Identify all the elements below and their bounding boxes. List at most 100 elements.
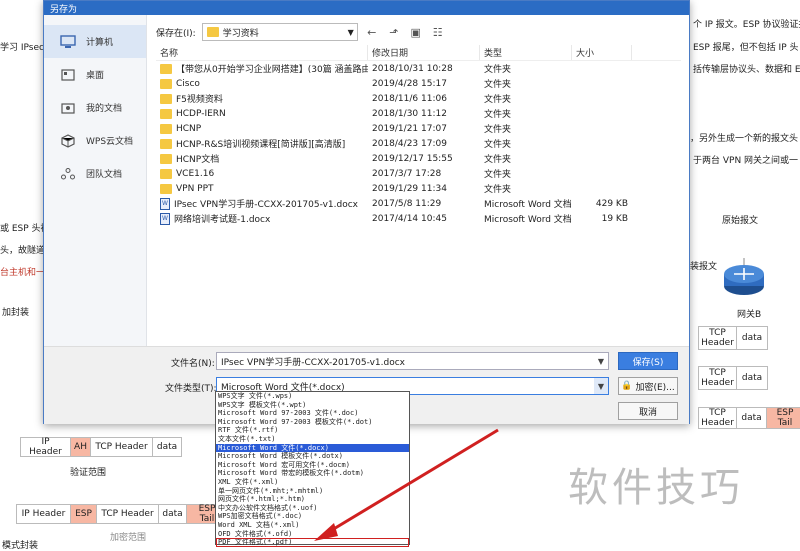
file-name-text: 【带您从0开始学习企业网搭建】(30篇 涵盖路由 ... — [176, 65, 368, 75]
chevron-down-icon[interactable]: ▼ — [594, 353, 608, 369]
encrypt-button[interactable]: 🔒 加密(E)... — [618, 377, 678, 395]
file-name-text: VPN PPT — [176, 183, 214, 194]
bg-cell: data — [156, 442, 178, 452]
back-icon[interactable]: ← — [364, 24, 380, 40]
file-row[interactable]: VPN PPT 2019/1/29 11:34 文件夹 — [156, 181, 681, 196]
watermark: 软件技巧 — [568, 465, 744, 511]
file-name-text: 网络培训考试题-1.docx — [174, 215, 271, 225]
column-date[interactable]: 修改日期 — [368, 45, 480, 60]
sidebar-item-team[interactable]: 团队文档 — [44, 157, 146, 190]
bg-right-text: 个 IP 报文。ESP 协议验证报 — [693, 20, 800, 30]
bg-cell: data — [737, 408, 767, 428]
save-in-label: 保存在(I): — [156, 28, 196, 39]
file-type: 文件夹 — [484, 185, 512, 195]
sidebar-item-label: 计算机 — [86, 38, 114, 48]
bg-cell: TCP Header — [699, 367, 737, 389]
file-type: 文件夹 — [484, 110, 512, 120]
save-in-select[interactable]: 学习资料 ▼ — [201, 23, 358, 41]
file-row[interactable]: HCNP-R&S培训视频课程[简讲版][高清版] 2018/4/23 17:09 文… — [156, 136, 681, 151]
file-row[interactable]: W 网络培训考试题-1.docx 2017/4/14 10:45 Microsoft … — [156, 211, 681, 226]
column-size[interactable]: 大小 — [572, 45, 632, 60]
file-row[interactable]: F5视频资料 2018/11/6 11:06 文件夹 — [156, 91, 681, 106]
bg-cell: data — [159, 505, 187, 523]
folder-icon — [160, 183, 172, 194]
router-icon — [724, 258, 764, 295]
sidebar-item-desktop[interactable]: 桌面 — [44, 58, 146, 91]
bg-cell: ESP — [71, 505, 97, 523]
sidebar-item-label: 桌面 — [86, 71, 105, 81]
file-name: 【带您从0开始学习企业网搭建】(30篇 涵盖路由 ... — [156, 62, 368, 75]
team-doc-icon — [60, 167, 76, 181]
column-name[interactable]: 名称 — [156, 45, 368, 60]
documents-icon — [60, 101, 76, 115]
file-date: 2019/4/28 15:17 — [372, 78, 447, 89]
bg-cell: TCP Header — [699, 408, 737, 428]
file-size: 19 KB — [601, 213, 628, 224]
file-name: W 网络培训考试题-1.docx — [156, 212, 368, 225]
file-date: 2017/3/7 17:28 — [372, 168, 442, 179]
file-name: VPN PPT — [156, 183, 368, 194]
sidebar-item-label: 团队文档 — [86, 170, 123, 180]
bg-cell: IP Header — [21, 437, 71, 457]
folder-icon — [160, 93, 172, 104]
file-name: HCDP-IERN — [156, 108, 368, 119]
bg-right-text: ，另外生成一个新的报文头 — [690, 134, 799, 144]
filetype-label: 文件类型(T): — [165, 384, 217, 394]
file-row[interactable]: W IPsec VPN学习手册-CCXX-201705-v1.docx 2017/5… — [156, 196, 681, 211]
sidebar-item-label: 我的文档 — [86, 104, 123, 114]
file-list: 名称 修改日期 类型 大小 【带您从0开始学习企业网搭建】(30篇 涵盖路由 .… — [156, 45, 681, 335]
up-folder-icon[interactable]: ⬏ — [386, 24, 402, 40]
file-row[interactable]: Cisco 2019/4/28 15:17 文件夹 — [156, 76, 681, 91]
file-type: 文件夹 — [484, 80, 512, 90]
view-menu-icon[interactable]: ☷ — [430, 24, 446, 40]
bg-cell: TCP Header — [699, 327, 737, 349]
save-in-value: 学习资料 — [222, 28, 259, 39]
file-name: HCNP — [156, 123, 368, 134]
gateway-b-label: 网关B — [737, 310, 762, 320]
bg-right-text: ESP 报尾，但不包括 IP 头 — [693, 43, 799, 53]
folder-icon — [160, 78, 172, 89]
ah-packet-row: IP Header AH TCP Header data — [20, 437, 182, 457]
encap-packet-label: 装报文 — [690, 262, 718, 272]
file-row[interactable]: HCDP-IERN 2018/1/30 11:12 文件夹 — [156, 106, 681, 121]
file-row[interactable]: 【带您从0开始学习企业网搭建】(30篇 涵盖路由 ... 2018/10/31 1… — [156, 61, 681, 76]
file-date: 2018/10/31 10:28 — [372, 63, 453, 74]
bg-right-text: 于两台 VPN 网关之间或一 — [693, 156, 799, 166]
save-as-dialog: 另存为 ? ✕ 计算机 桌面 我的文档 WPS云文档 — [43, 0, 690, 424]
filetype-option[interactable]: WPS文字 文件(*.wps) — [216, 392, 409, 401]
sidebar-item-computer[interactable]: 计算机 — [44, 25, 146, 58]
folder-icon — [160, 63, 172, 74]
chevron-down-icon: ▼ — [347, 27, 354, 37]
file-name: VCE1.16 — [156, 168, 368, 179]
file-date: 2017/4/14 10:45 — [372, 213, 447, 224]
word-doc-icon: W — [160, 212, 170, 225]
bg-packet-row: TCP Header data — [698, 366, 768, 390]
file-date: 2018/11/6 11:06 — [372, 93, 447, 104]
file-date: 2017/5/8 11:29 — [372, 198, 442, 209]
word-doc-icon: W — [160, 197, 170, 210]
bg-right-text: 括传输层协议头、数据和 E — [693, 65, 800, 75]
file-row[interactable]: HCNP文档 2019/12/17 15:55 文件夹 — [156, 151, 681, 166]
cancel-button[interactable]: 取消 — [618, 402, 678, 420]
sidebar-item-wps-cloud[interactable]: WPS云文档 — [44, 124, 146, 157]
sidebar-item-label: WPS云文档 — [86, 137, 134, 147]
bg-cell: AH — [71, 438, 91, 456]
save-button[interactable]: 保存(S) — [618, 352, 678, 370]
sidebar-item-documents[interactable]: 我的文档 — [44, 91, 146, 124]
file-name: W IPsec VPN学习手册-CCXX-201705-v1.docx — [156, 197, 368, 210]
file-size: 429 KB — [595, 198, 628, 209]
chevron-down-icon[interactable]: ▼ — [594, 378, 608, 394]
file-name-text: HCNP-R&S培训视频课程[简讲版][高清版] — [176, 140, 346, 150]
column-type[interactable]: 类型 — [480, 45, 572, 60]
file-row[interactable]: VCE1.16 2017/3/7 17:28 文件夹 — [156, 166, 681, 181]
folder-icon — [160, 108, 172, 119]
new-folder-icon[interactable]: ▣ — [408, 24, 424, 40]
filename-label: 文件名(N): — [171, 359, 215, 369]
file-row[interactable]: HCNP 2019/1/21 17:07 文件夹 — [156, 121, 681, 136]
folder-icon — [206, 27, 219, 37]
filetype-option[interactable]: WPS文字 模板文件(*.wpt) — [216, 401, 409, 410]
file-date: 2019/1/21 17:07 — [372, 123, 447, 134]
filetype-option[interactable]: Microsoft Word 97-2003 文件(*.doc) — [216, 409, 409, 418]
filename-input[interactable]: IPsec VPN学习手册-CCXX-201705-v1.docx ▼ — [216, 352, 609, 370]
file-name: HCNP-R&S培训视频课程[简讲版][高清版] — [156, 137, 368, 150]
